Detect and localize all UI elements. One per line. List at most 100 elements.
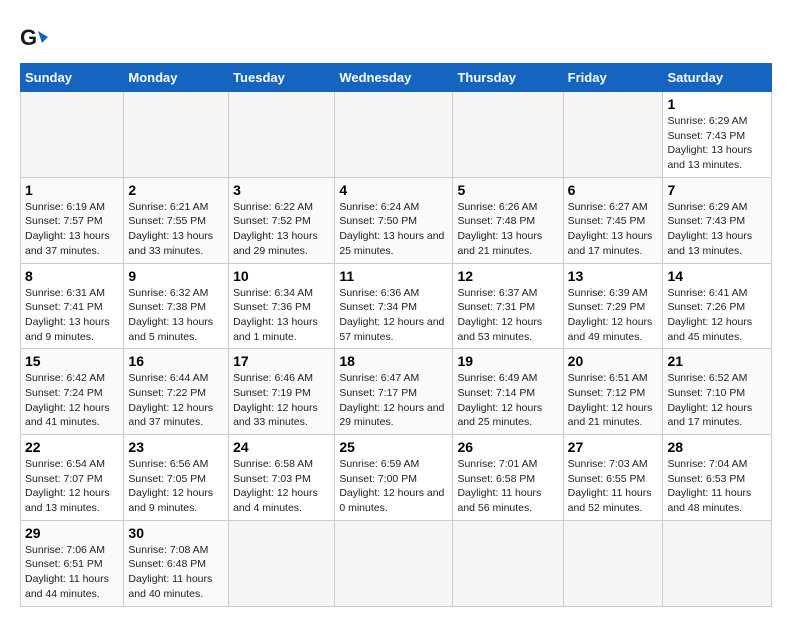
day-number: 16 (128, 353, 224, 369)
calendar-cell: 30 Sunrise: 7:08 AMSunset: 6:48 PMDayligh… (124, 520, 229, 606)
day-number: 25 (339, 439, 448, 455)
header-monday: Monday (124, 64, 229, 92)
day-info: Sunrise: 7:04 AMSunset: 6:53 PMDaylight:… (667, 457, 767, 516)
logo-icon: G (20, 25, 48, 53)
calendar-cell: 16 Sunrise: 6:44 AMSunset: 7:22 PMDayligh… (124, 349, 229, 435)
header-friday: Friday (563, 64, 663, 92)
calendar-cell (21, 92, 124, 178)
day-info: Sunrise: 6:54 AMSunset: 7:07 PMDaylight:… (25, 457, 119, 516)
header-row: SundayMondayTuesdayWednesdayThursdayFrid… (21, 64, 772, 92)
day-info: Sunrise: 7:03 AMSunset: 6:55 PMDaylight:… (568, 457, 659, 516)
day-info: Sunrise: 6:32 AMSunset: 7:38 PMDaylight:… (128, 286, 224, 345)
svg-text:G: G (20, 25, 37, 50)
calendar-week-1: 1Sunrise: 6:19 AMSunset: 7:57 PMDaylight… (21, 177, 772, 263)
day-number: 8 (25, 268, 119, 284)
header-wednesday: Wednesday (335, 64, 453, 92)
calendar-cell (453, 92, 563, 178)
day-number: 17 (233, 353, 330, 369)
day-number: 26 (457, 439, 558, 455)
calendar-cell: 3Sunrise: 6:22 AMSunset: 7:52 PMDaylight… (229, 177, 335, 263)
day-number: 1 (667, 96, 767, 112)
logo: G (20, 25, 52, 53)
calendar-cell (335, 520, 453, 606)
calendar-cell: 1 Sunrise: 6:29 AMSunset: 7:43 PMDaylight… (663, 92, 772, 178)
day-info: Sunrise: 7:08 AMSunset: 6:48 PMDaylight:… (128, 543, 224, 602)
day-info: Sunrise: 6:51 AMSunset: 7:12 PMDaylight:… (568, 371, 659, 430)
day-number: 20 (568, 353, 659, 369)
day-info: Sunrise: 6:19 AMSunset: 7:57 PMDaylight:… (25, 200, 119, 259)
calendar-cell: 21 Sunrise: 6:52 AMSunset: 7:10 PMDayligh… (663, 349, 772, 435)
day-number: 19 (457, 353, 558, 369)
day-info: Sunrise: 6:59 AMSunset: 7:00 PMDaylight:… (339, 457, 448, 516)
calendar-table: SundayMondayTuesdayWednesdayThursdayFrid… (20, 63, 772, 607)
calendar-cell: 27 Sunrise: 7:03 AMSunset: 6:55 PMDayligh… (563, 435, 663, 521)
day-info: Sunrise: 6:49 AMSunset: 7:14 PMDaylight:… (457, 371, 558, 430)
calendar-cell: 28 Sunrise: 7:04 AMSunset: 6:53 PMDayligh… (663, 435, 772, 521)
day-info: Sunrise: 6:42 AMSunset: 7:24 PMDaylight:… (25, 371, 119, 430)
calendar-cell: 13 Sunrise: 6:39 AMSunset: 7:29 PMDayligh… (563, 263, 663, 349)
day-info: Sunrise: 6:21 AMSunset: 7:55 PMDaylight:… (128, 200, 224, 259)
day-info: Sunrise: 6:58 AMSunset: 7:03 PMDaylight:… (233, 457, 330, 516)
calendar-cell (663, 520, 772, 606)
day-info: Sunrise: 6:39 AMSunset: 7:29 PMDaylight:… (568, 286, 659, 345)
calendar-week-2: 8 Sunrise: 6:31 AMSunset: 7:41 PMDaylight… (21, 263, 772, 349)
header: G (20, 20, 772, 53)
calendar-cell: 18 Sunrise: 6:47 AMSunset: 7:17 PMDayligh… (335, 349, 453, 435)
calendar-cell: 5Sunrise: 6:26 AMSunset: 7:48 PMDaylight… (453, 177, 563, 263)
calendar-cell: 2Sunrise: 6:21 AMSunset: 7:55 PMDaylight… (124, 177, 229, 263)
day-info: Sunrise: 6:44 AMSunset: 7:22 PMDaylight:… (128, 371, 224, 430)
day-info: Sunrise: 6:47 AMSunset: 7:17 PMDaylight:… (339, 371, 448, 430)
day-number: 9 (128, 268, 224, 284)
day-info: Sunrise: 7:01 AMSunset: 6:58 PMDaylight:… (457, 457, 558, 516)
calendar-cell (563, 92, 663, 178)
calendar-cell: 9 Sunrise: 6:32 AMSunset: 7:38 PMDaylight… (124, 263, 229, 349)
day-number: 18 (339, 353, 448, 369)
day-info: Sunrise: 6:41 AMSunset: 7:26 PMDaylight:… (667, 286, 767, 345)
calendar-cell: 23Sunrise: 6:56 AMSunset: 7:05 PMDayligh… (124, 435, 229, 521)
day-number: 22 (25, 439, 119, 455)
day-number: 12 (457, 268, 558, 284)
day-number: 6 (568, 182, 659, 198)
day-info: Sunrise: 6:46 AMSunset: 7:19 PMDaylight:… (233, 371, 330, 430)
day-info: Sunrise: 6:31 AMSunset: 7:41 PMDaylight:… (25, 286, 119, 345)
day-number: 28 (667, 439, 767, 455)
day-number: 29 (25, 525, 119, 541)
day-number: 15 (25, 353, 119, 369)
header-sunday: Sunday (21, 64, 124, 92)
calendar-cell (229, 92, 335, 178)
calendar-cell: 26 Sunrise: 7:01 AMSunset: 6:58 PMDayligh… (453, 435, 563, 521)
calendar-cell: 22 Sunrise: 6:54 AMSunset: 7:07 PMDayligh… (21, 435, 124, 521)
day-info: Sunrise: 6:34 AMSunset: 7:36 PMDaylight:… (233, 286, 330, 345)
day-info: Sunrise: 6:37 AMSunset: 7:31 PMDaylight:… (457, 286, 558, 345)
calendar-cell: 15 Sunrise: 6:42 AMSunset: 7:24 PMDayligh… (21, 349, 124, 435)
day-info: Sunrise: 6:27 AMSunset: 7:45 PMDaylight:… (568, 200, 659, 259)
day-number: 4 (339, 182, 448, 198)
day-info: Sunrise: 7:06 AMSunset: 6:51 PMDaylight:… (25, 543, 119, 602)
calendar-cell (124, 92, 229, 178)
day-number: 30 (128, 525, 224, 541)
header-saturday: Saturday (663, 64, 772, 92)
calendar-cell: 8 Sunrise: 6:31 AMSunset: 7:41 PMDaylight… (21, 263, 124, 349)
day-number: 21 (667, 353, 767, 369)
day-number: 23 (128, 439, 224, 455)
day-info: Sunrise: 6:29 AMSunset: 7:43 PMDaylight:… (667, 114, 767, 173)
day-number: 3 (233, 182, 330, 198)
day-number: 13 (568, 268, 659, 284)
day-info: Sunrise: 6:29 AMSunset: 7:43 PMDaylight:… (667, 200, 767, 259)
day-number: 11 (339, 268, 448, 284)
calendar-cell: 1Sunrise: 6:19 AMSunset: 7:57 PMDaylight… (21, 177, 124, 263)
calendar-cell (453, 520, 563, 606)
day-number: 10 (233, 268, 330, 284)
day-number: 5 (457, 182, 558, 198)
header-thursday: Thursday (453, 64, 563, 92)
day-number: 24 (233, 439, 330, 455)
day-info: Sunrise: 6:52 AMSunset: 7:10 PMDaylight:… (667, 371, 767, 430)
header-tuesday: Tuesday (229, 64, 335, 92)
calendar-cell: 17 Sunrise: 6:46 AMSunset: 7:19 PMDayligh… (229, 349, 335, 435)
calendar-cell: 20 Sunrise: 6:51 AMSunset: 7:12 PMDayligh… (563, 349, 663, 435)
calendar-cell: 11Sunrise: 6:36 AMSunset: 7:34 PMDayligh… (335, 263, 453, 349)
calendar-cell: 24 Sunrise: 6:58 AMSunset: 7:03 PMDayligh… (229, 435, 335, 521)
calendar-cell (335, 92, 453, 178)
day-number: 27 (568, 439, 659, 455)
calendar-cell: 14Sunrise: 6:41 AMSunset: 7:26 PMDayligh… (663, 263, 772, 349)
